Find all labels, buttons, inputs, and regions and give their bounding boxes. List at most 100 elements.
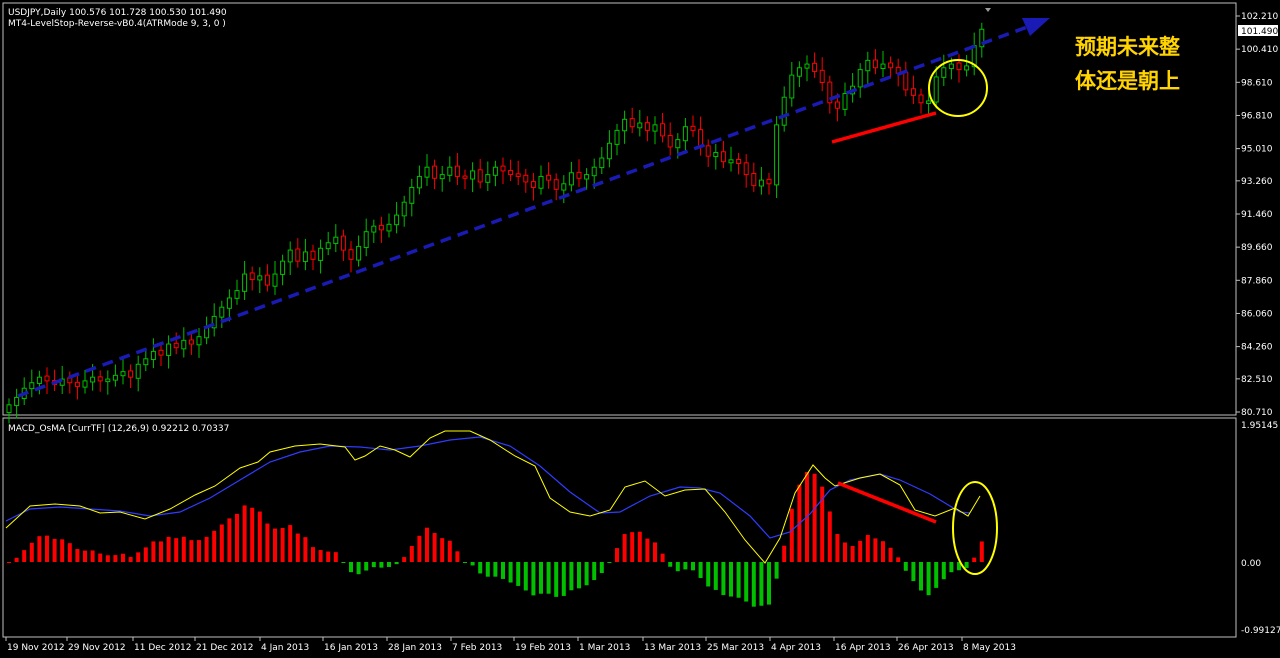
candle-bear <box>128 370 134 378</box>
histogram-bar-positive <box>850 545 855 562</box>
histogram-bar-negative <box>485 562 490 577</box>
candle-bull <box>120 371 126 377</box>
candle-bull <box>150 350 156 361</box>
histogram-bar-negative <box>964 562 969 568</box>
histogram-bar-positive <box>637 531 642 562</box>
histogram-bar-negative <box>569 562 574 591</box>
histogram-bar-negative <box>949 562 954 573</box>
time-axis-label: 11 Dec 2012 <box>134 643 192 653</box>
annotation-line-2: 体还是朝上 <box>1075 68 1180 93</box>
candle-bear <box>530 181 536 188</box>
histogram-bar-positive <box>136 552 141 562</box>
histogram-bar-positive <box>219 524 224 562</box>
candle-bear <box>956 62 962 71</box>
time-axis-label: 8 May 2013 <box>963 643 1016 653</box>
histogram-bar-negative <box>493 562 498 577</box>
histogram-bar-positive <box>235 513 239 562</box>
candle-bull <box>272 273 278 287</box>
histogram-bar-negative <box>379 562 384 568</box>
candle-bull <box>561 183 567 191</box>
histogram-bar-negative <box>371 562 376 568</box>
candle-bull <box>287 249 293 263</box>
histogram-bar-positive <box>789 508 794 562</box>
time-axis-label: 7 Feb 2013 <box>452 643 502 653</box>
candle-bear <box>872 59 878 69</box>
candle-bear <box>629 118 635 128</box>
candle-bull <box>416 175 422 189</box>
histogram-bar-negative <box>356 562 361 575</box>
time-axis-label: 29 Nov 2012 <box>68 643 126 653</box>
candle-bull <box>29 382 35 390</box>
histogram-bar-positive <box>333 552 338 562</box>
candle-bear <box>188 339 194 345</box>
histogram-bar-positive <box>865 534 870 562</box>
candle-bull <box>371 225 377 233</box>
candle-bull <box>964 65 970 71</box>
histogram-bar-positive <box>159 541 163 562</box>
chart-window[interactable]: 102.210 100.410 98.610 96.810 95.010 93.260 91… <box>0 0 1280 658</box>
histogram-bar-positive <box>660 553 665 562</box>
histogram-bar-negative <box>698 562 703 578</box>
histogram-bar-positive <box>67 543 72 562</box>
histogram-bar-negative <box>463 562 467 563</box>
candle-bull <box>926 100 932 104</box>
candle-bull <box>409 186 415 204</box>
price-axis-label: 100.410 <box>1241 45 1278 55</box>
histogram-bar-positive <box>318 550 323 562</box>
candle-bull <box>492 166 498 176</box>
candle-bear <box>553 179 559 190</box>
candle-bull <box>470 170 476 180</box>
candle-bull <box>637 122 643 129</box>
price-axis-label: 86.060 <box>1241 309 1273 319</box>
candle-bull <box>774 124 780 186</box>
histogram-bar-positive <box>858 540 863 562</box>
candle-bear <box>903 72 909 91</box>
histogram-bar-positive <box>873 538 878 562</box>
candle-bear <box>910 88 916 96</box>
histogram-bar-positive <box>447 540 452 562</box>
price-axis-label: 87.860 <box>1241 276 1273 286</box>
time-axis-label: 4 Jan 2013 <box>261 643 309 653</box>
candle-bear <box>97 376 103 382</box>
histogram-bar-positive <box>22 550 27 562</box>
osc-axis-zero-label: 0.00 <box>1241 559 1261 569</box>
histogram-bar-positive <box>174 538 179 562</box>
time-axis-label: 21 Dec 2012 <box>196 643 254 653</box>
candle-bull <box>135 363 141 379</box>
histogram-bar-positive <box>972 557 977 562</box>
histogram-bar-positive <box>227 518 232 562</box>
histogram-bar-positive <box>812 473 817 562</box>
candle-bear <box>515 173 521 177</box>
price-axis-label: 80.710 <box>1241 408 1273 418</box>
candle-bear <box>295 248 301 262</box>
histogram-bar-positive <box>896 557 901 562</box>
histogram-bar-positive <box>455 551 460 562</box>
histogram-bar-positive <box>843 542 847 562</box>
histogram-bar-positive <box>143 547 148 562</box>
histogram-bar-positive <box>212 530 217 562</box>
histogram-bar-negative <box>721 562 726 596</box>
histogram-bar-positive <box>75 549 80 562</box>
time-axis-label: 1 Mar 2013 <box>579 643 630 653</box>
candle-bull <box>302 251 308 263</box>
histogram-bar-positive <box>60 539 65 562</box>
histogram-bar-positive <box>265 523 270 562</box>
price-axis-label: 89.660 <box>1241 243 1273 253</box>
price-axis-label: 96.810 <box>1241 111 1273 121</box>
histogram-bar-positive <box>52 538 57 562</box>
price-axis-label: 102.210 <box>1241 12 1278 22</box>
histogram-bar-positive <box>181 536 186 562</box>
histogram-bar-positive <box>45 535 49 562</box>
histogram-bar-positive <box>303 537 308 562</box>
histogram-bar-negative <box>607 562 612 564</box>
candle-bull <box>90 376 96 383</box>
candle-bull <box>257 275 263 281</box>
time-axis-label: 26 Apr 2013 <box>898 643 954 653</box>
time-axis-label: 16 Jan 2013 <box>324 643 378 653</box>
price-axis-label: 84.260 <box>1241 343 1273 353</box>
candle-bull <box>728 159 734 164</box>
histogram-bar-positive <box>204 536 209 562</box>
histogram-bar-negative <box>394 562 399 565</box>
candle-bull <box>941 67 947 78</box>
histogram-bar-positive <box>151 541 156 562</box>
